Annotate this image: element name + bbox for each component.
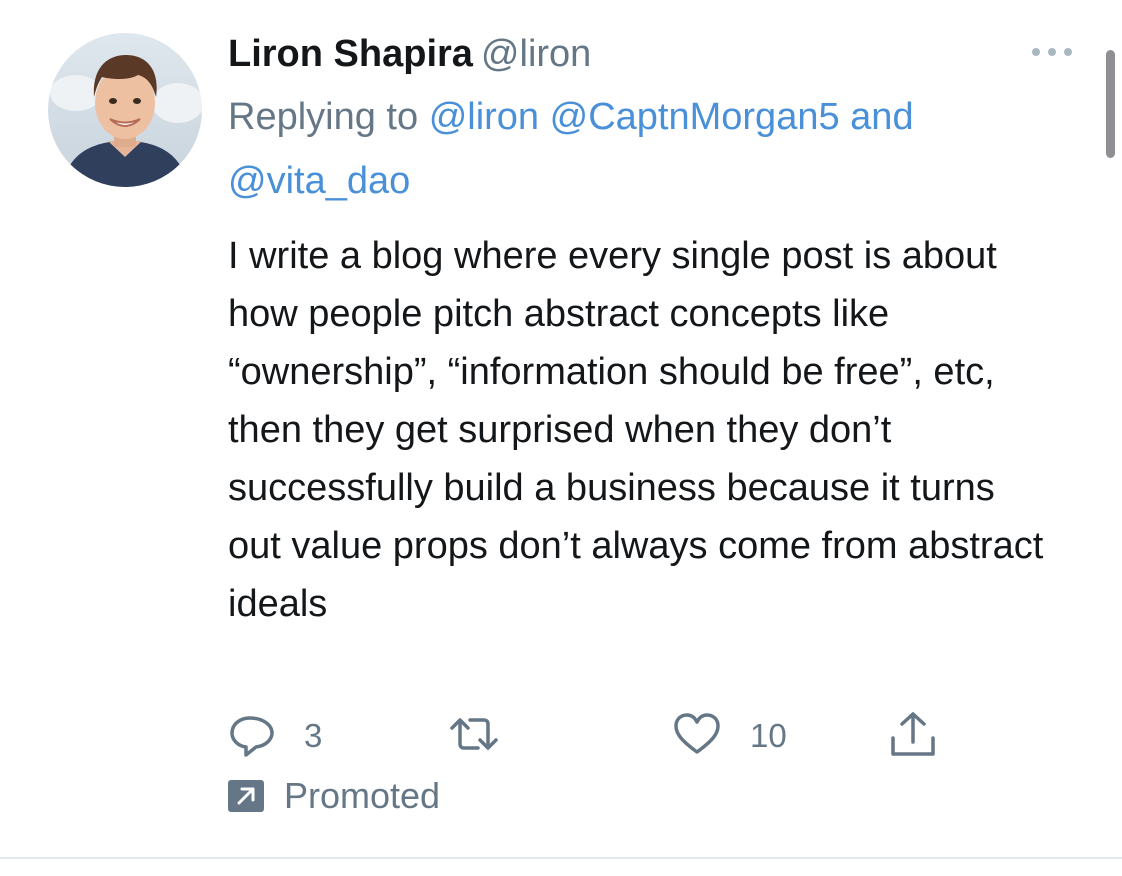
heart-icon	[672, 710, 722, 763]
scrollbar[interactable]	[1106, 50, 1115, 158]
tweet-actions: 3 10	[228, 708, 988, 764]
tweet-body: Liron Shapira @liron Replying to @liron @…	[228, 26, 1088, 633]
avatar[interactable]	[48, 33, 202, 187]
reply-mention[interactable]: @CaptnMorgan5	[550, 96, 840, 138]
retweet-button[interactable]	[446, 708, 530, 764]
reply-count: 3	[304, 717, 323, 754]
reply-context: Replying to @liron @CaptnMorgan5 and @vi…	[228, 85, 1088, 213]
share-button[interactable]	[888, 708, 938, 764]
display-name[interactable]: Liron Shapira	[228, 33, 473, 75]
reply-button[interactable]: 3	[228, 708, 322, 764]
retweet-icon	[446, 710, 502, 763]
reply-bubble-icon	[228, 710, 276, 763]
like-button[interactable]: 10	[672, 708, 787, 764]
user-handle[interactable]: @liron	[481, 33, 591, 75]
reply-mention[interactable]: @liron	[429, 96, 539, 138]
promoted-arrow-icon	[228, 780, 264, 812]
reply-mention-and[interactable]: and	[850, 96, 913, 138]
promoted-indicator: Promoted	[228, 772, 440, 820]
share-icon	[888, 708, 938, 765]
like-count: 10	[750, 717, 787, 754]
reply-prefix: Replying to	[228, 96, 419, 138]
promoted-label: Promoted	[284, 775, 441, 816]
tweet-text: I write a blog where every single post i…	[228, 235, 1044, 625]
tweet-header: Liron Shapira @liron	[228, 26, 1088, 82]
reply-mention[interactable]: @vita_dao	[228, 160, 410, 202]
divider	[0, 857, 1122, 859]
